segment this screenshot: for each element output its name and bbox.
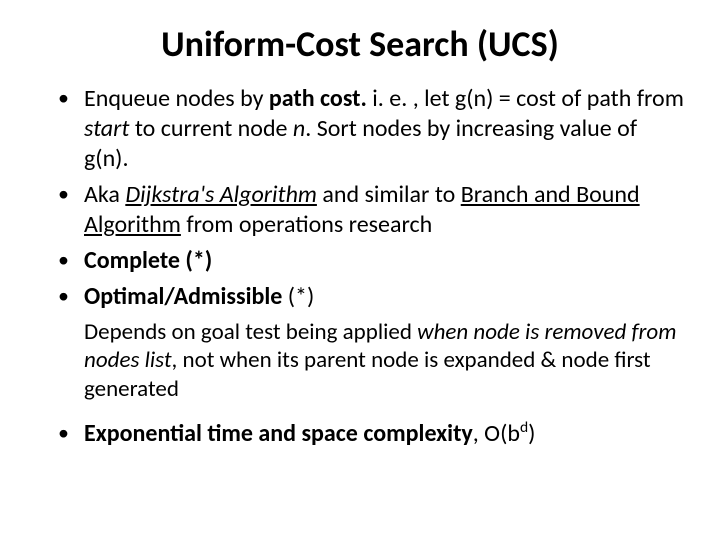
bullet-complexity: Exponential time and space complexity, O… xyxy=(64,419,684,449)
text-bold: Exponential time and space complexity xyxy=(84,419,473,448)
link-dijkstra: Dijkstra's Algorithm xyxy=(125,180,317,209)
text-bold: path cost. xyxy=(269,84,367,113)
text: to current node xyxy=(129,114,293,143)
bullet-list: Enqueue nodes by path cost. i. e. , let … xyxy=(36,84,684,312)
slide: Uniform-Cost Search (UCS) Enqueue nodes … xyxy=(0,0,720,540)
text: Depends on goal test being applied xyxy=(84,318,417,346)
text: i. e. , let g(n) = cost of path from xyxy=(367,84,684,113)
text: from operations research xyxy=(181,210,432,239)
superscript: d xyxy=(520,418,528,437)
text: (*) xyxy=(282,282,314,311)
text: , O(b xyxy=(473,419,520,448)
text-italic: start xyxy=(84,114,129,143)
text-bold: Optimal/Admissible xyxy=(84,282,282,311)
bullet-complete: Complete (*) xyxy=(64,246,684,276)
text: Aka xyxy=(84,180,125,209)
bullet-enqueue: Enqueue nodes by path cost. i. e. , let … xyxy=(64,84,684,174)
note-depends: Depends on goal test being applied when … xyxy=(84,318,684,403)
text-italic: n xyxy=(293,114,305,143)
text: Enqueue nodes by xyxy=(84,84,269,113)
text: and similar to xyxy=(317,180,461,209)
text-bold: Complete (*) xyxy=(84,246,212,275)
bullet-list-2: Exponential time and space complexity, O… xyxy=(36,419,684,449)
slide-title: Uniform-Cost Search (UCS) xyxy=(36,22,684,66)
text: ) xyxy=(528,419,535,448)
bullet-aka: Aka Dijkstra's Algorithm and similar to … xyxy=(64,180,684,240)
bullet-optimal: Optimal/Admissible (*) xyxy=(64,282,684,312)
